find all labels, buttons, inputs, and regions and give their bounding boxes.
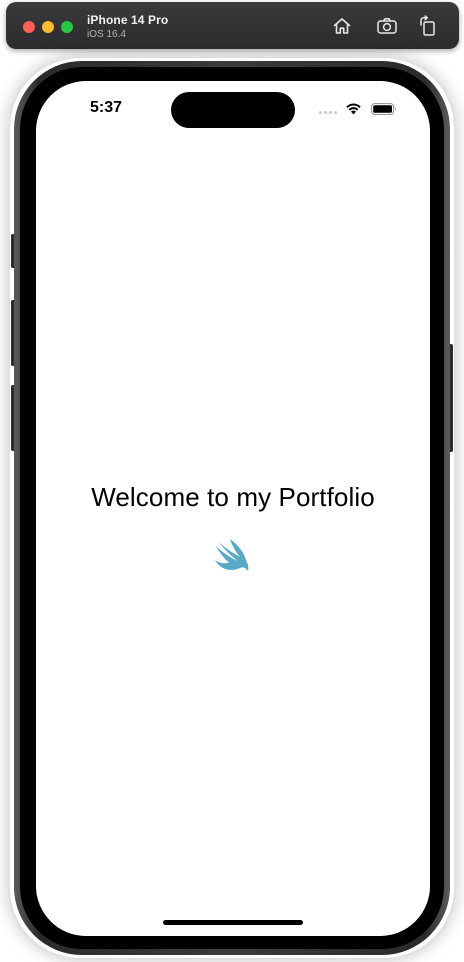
- wifi-icon: [346, 103, 361, 115]
- zoom-window-button[interactable]: [61, 21, 73, 33]
- simulator-titlebar: iPhone 14 Pro iOS 16.4: [6, 2, 459, 49]
- device-name: iPhone 14 Pro: [87, 13, 169, 27]
- dynamic-island: [171, 92, 295, 128]
- home-indicator[interactable]: [163, 920, 303, 925]
- close-window-button[interactable]: [23, 21, 35, 33]
- phone-screen[interactable]: 5:37 Welcome to my Portfolio: [36, 81, 430, 936]
- battery-icon: [371, 103, 396, 115]
- status-time: 5:37: [90, 99, 123, 116]
- rotate-icon: [420, 15, 435, 36]
- welcome-title: Welcome to my Portfolio: [91, 482, 375, 512]
- rotate-button[interactable]: [416, 14, 440, 38]
- home-button[interactable]: [330, 14, 354, 38]
- swift-logo-icon: [215, 539, 249, 571]
- signal-dots-icon: [319, 111, 337, 114]
- home-icon: [333, 18, 351, 34]
- camera-icon: [377, 18, 397, 34]
- screenshot-button[interactable]: [375, 14, 399, 38]
- device-os-version: iOS 16.4: [87, 29, 126, 40]
- simulator-window: iPhone 14 Pro iOS 16.4 5:37 Welcome to m…: [0, 0, 464, 962]
- minimize-window-button[interactable]: [42, 21, 54, 33]
